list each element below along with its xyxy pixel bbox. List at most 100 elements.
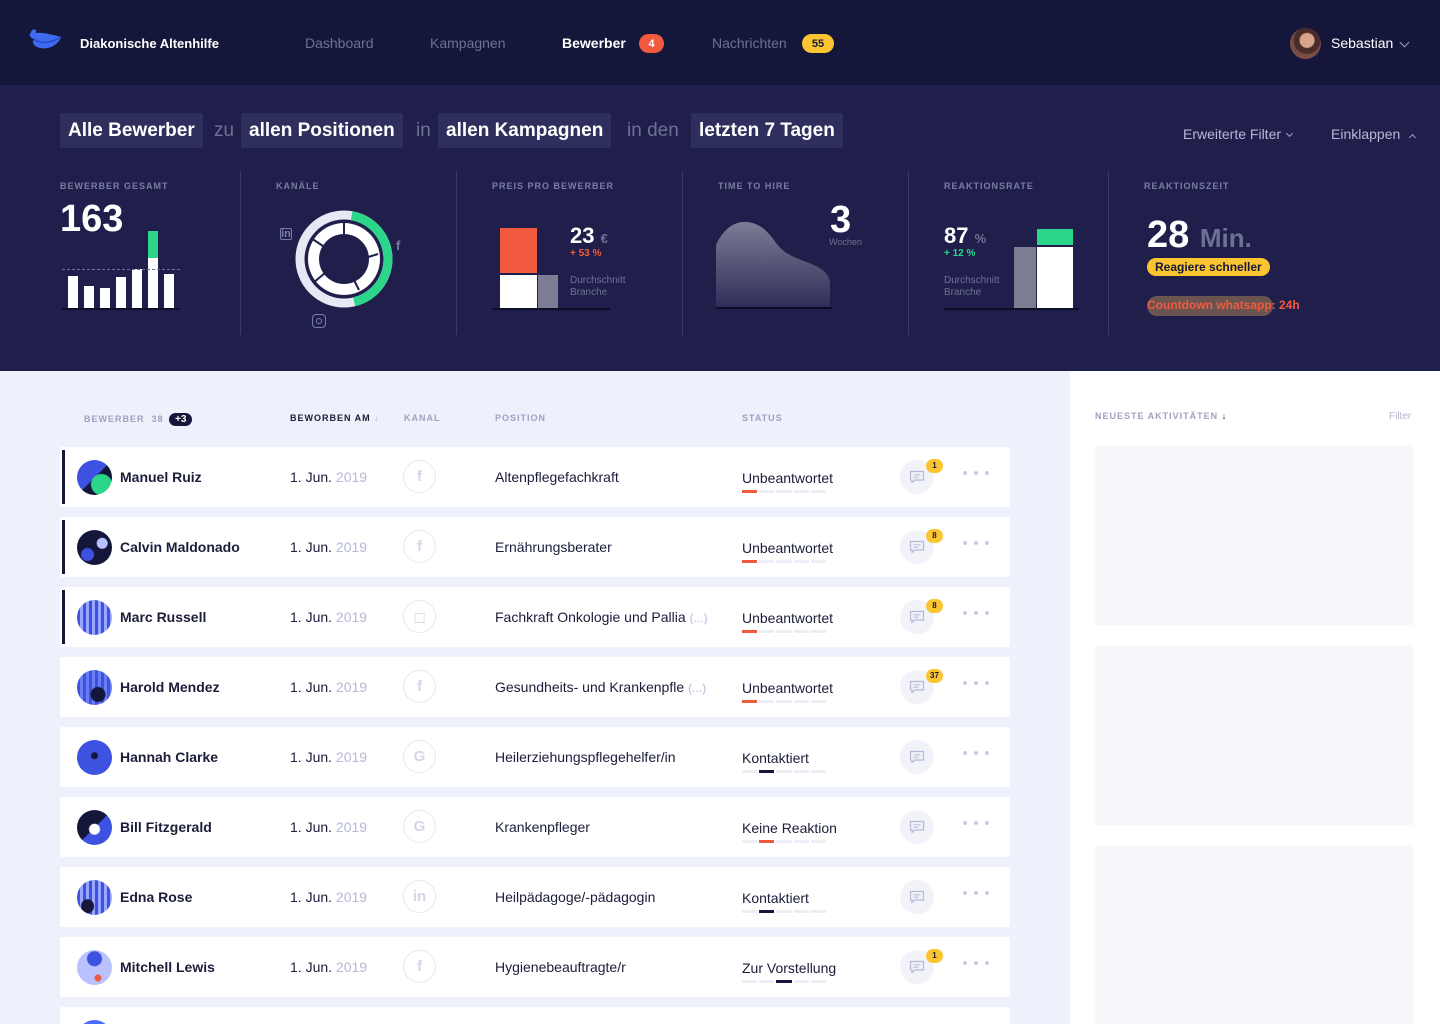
status-step: [742, 980, 758, 983]
applicant-name[interactable]: Bill Fitzgerald: [120, 819, 212, 835]
countdown-whatsapp: Countdown whatsapp: 24h: [1147, 298, 1300, 312]
total-bar: [100, 288, 110, 308]
avatar[interactable]: [77, 950, 112, 985]
applied-date: 1. Jun. 2019: [290, 889, 368, 905]
kpi-reaction-rate-value: 87 %: [944, 223, 987, 248]
avatar[interactable]: [77, 810, 112, 845]
collapse-label: Einklappen: [1331, 126, 1401, 142]
status-label[interactable]: Zur Vorstellung: [742, 960, 836, 976]
chart-axis: [944, 308, 1079, 310]
table-row[interactable]: Bill Fitzgerald 1. Jun. 2019 G Krankenpf…: [60, 797, 1010, 857]
applicant-name[interactable]: Mitchell Lewis: [120, 959, 215, 975]
more-options-icon[interactable]: [963, 821, 989, 827]
status-step: [793, 630, 809, 633]
table-row[interactable]: Hannah Clarke 1. Jun. 2019 G Heilerziehu…: [60, 727, 1010, 787]
status-step: [759, 910, 775, 913]
table-row[interactable]: Harold Mendez 1. Jun. 2019 f Gesundheits…: [60, 657, 1010, 717]
activity-title[interactable]: NEUESTE AKTIVITÄTEN ↓: [1095, 411, 1227, 421]
status-label[interactable]: Unbeantwortet: [742, 540, 833, 556]
chat-icon: [909, 680, 925, 694]
table-row[interactable]: Mitchell Lewis 1. Jun. 2019 f Hygienebea…: [60, 937, 1010, 997]
top-navigation: Diakonische Altenhilfe Dashboard Kampagn…: [0, 0, 1440, 85]
applicant-name[interactable]: Marc Russell: [120, 609, 206, 625]
position-ellipsis: (...): [689, 611, 708, 625]
status-label[interactable]: Kontaktiert: [742, 750, 809, 766]
more-options-icon[interactable]: [963, 891, 989, 897]
filter-timerange[interactable]: letzten 7 Tagen: [691, 113, 843, 148]
position-title: Krankenpfleger: [495, 819, 590, 835]
more-options-icon[interactable]: [963, 751, 989, 757]
avatar[interactable]: [77, 880, 112, 915]
message-button[interactable]: [900, 740, 934, 774]
whale-logo-icon[interactable]: [28, 24, 64, 54]
avatar[interactable]: [77, 530, 112, 565]
table-row[interactable]: Calvin Maldonado 1. Jun. 2019 f Ernährun…: [60, 517, 1010, 577]
more-options-icon[interactable]: [963, 961, 989, 967]
avatar[interactable]: [77, 460, 112, 495]
status-label[interactable]: Unbeantwortet: [742, 610, 833, 626]
user-avatar[interactable]: [1290, 28, 1321, 59]
applicant-name[interactable]: Hannah Clarke: [120, 749, 218, 765]
kpi-reaction-time-label: REAKTIONSZEIT: [1144, 181, 1230, 191]
more-options-icon[interactable]: [963, 611, 989, 617]
status-step: [742, 770, 758, 773]
nav-bewerber[interactable]: Bewerber: [562, 35, 626, 51]
react-faster-button[interactable]: Reagiere schneller: [1147, 258, 1270, 276]
kpi-time-to-hire-value: 3: [830, 199, 852, 241]
column-header-position[interactable]: POSITION: [495, 413, 546, 423]
more-options-icon[interactable]: [963, 541, 989, 547]
filter-applicants[interactable]: Alle Bewerber: [60, 113, 203, 148]
nav-nachrichten[interactable]: Nachrichten: [712, 35, 787, 51]
status-progress: [742, 560, 827, 563]
message-button[interactable]: [900, 880, 934, 914]
price-bar-increase: [500, 228, 537, 273]
kpi-time-to-hire-label: TIME TO HIRE: [718, 181, 791, 191]
table-row[interactable]: Edna Rose 1. Jun. 2019 in Heilpädagoge/-…: [60, 867, 1010, 927]
column-header-status[interactable]: STATUS: [742, 413, 783, 423]
column-header-applicants[interactable]: BEWERBER 38 +3: [84, 413, 193, 426]
applicant-name[interactable]: Edna Rose: [120, 889, 192, 905]
status-step: [810, 980, 827, 983]
advanced-filter-button[interactable]: Erweiterte Filter: [1183, 126, 1294, 142]
avatar[interactable]: [77, 600, 112, 635]
avatar[interactable]: [77, 670, 112, 705]
nav-dashboard[interactable]: Dashboard: [305, 35, 374, 51]
status-label[interactable]: Unbeantwortet: [742, 470, 833, 486]
table-row[interactable]: Manuel Ruiz 1. Jun. 2019 f Altenpflegefa…: [60, 447, 1010, 507]
activity-filter-button[interactable]: Filter: [1389, 411, 1411, 422]
kpi-divider: [908, 171, 909, 335]
more-options-icon[interactable]: [963, 681, 989, 687]
applied-date: 1. Jun. 2019: [290, 819, 368, 835]
column-header-applied[interactable]: BEWORBEN AM ↓: [290, 413, 380, 423]
user-name[interactable]: Sebastian: [1331, 35, 1393, 51]
status-label[interactable]: Keine Reaktion: [742, 820, 837, 836]
message-button[interactable]: [900, 810, 934, 844]
status-label[interactable]: Unbeantwortet: [742, 680, 833, 696]
bewerber-count-badge: 4: [639, 34, 664, 53]
nav-kampagnen[interactable]: Kampagnen: [430, 35, 506, 51]
time-to-hire-area-chart: [716, 221, 832, 309]
filter-positions[interactable]: allen Positionen: [241, 113, 403, 148]
filter-campaigns[interactable]: allen Kampagnen: [438, 113, 612, 148]
avatar[interactable]: [77, 740, 112, 775]
applicant-name[interactable]: Harold Mendez: [120, 679, 220, 695]
more-options-icon[interactable]: [963, 471, 989, 477]
status-label[interactable]: Kontaktiert: [742, 890, 809, 906]
linkedin-icon: in: [280, 228, 292, 240]
kpi-total-label: BEWERBER GESAMT: [60, 181, 169, 191]
chevron-down-icon[interactable]: [1399, 37, 1410, 48]
advanced-filter-label: Erweiterte Filter: [1183, 126, 1282, 142]
applicant-name[interactable]: Manuel Ruiz: [120, 469, 202, 485]
chevron-up-icon: [1409, 133, 1417, 142]
applicant-name[interactable]: Calvin Maldonado: [120, 539, 240, 555]
position-title: Hygienebeauftragte/r: [495, 959, 626, 975]
unread-messages-badge: 1: [926, 459, 943, 473]
table-row[interactable]: [60, 1007, 1010, 1024]
kpi-price-label: PREIS PRO BEWERBER: [492, 181, 615, 191]
kpi-divider: [682, 171, 683, 335]
collapse-button[interactable]: Einklappen: [1331, 126, 1417, 142]
table-row[interactable]: Marc Russell 1. Jun. 2019 ◻ Fachkraft On…: [60, 587, 1010, 647]
column-header-channel[interactable]: KANAL: [404, 413, 441, 423]
status-step: [776, 840, 792, 843]
status-progress: [742, 630, 827, 633]
